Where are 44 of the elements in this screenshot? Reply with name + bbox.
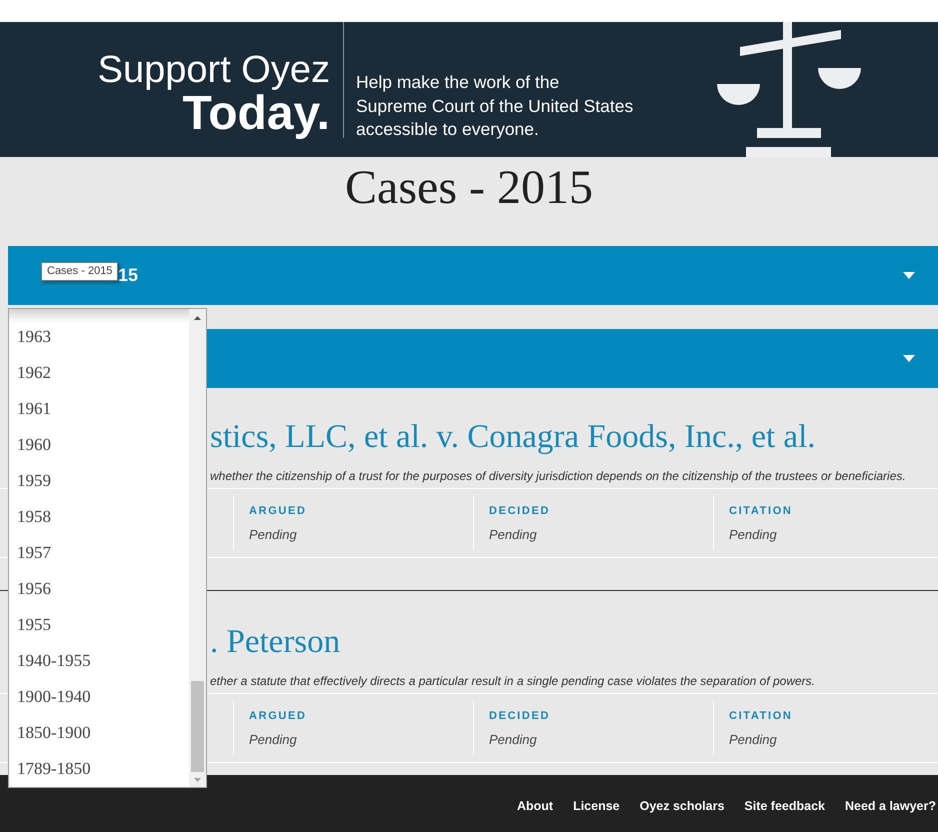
banner-headline: Support Oyez — [98, 50, 330, 90]
scrollbar-thumb[interactable] — [191, 681, 204, 772]
footer-link[interactable]: Oyez scholars — [640, 798, 724, 814]
filter-label: 15 — [118, 264, 138, 287]
field-label: ARGUED — [249, 504, 307, 519]
year-dropdown[interactable]: 1963 1962 1961 1960 1959 1958 1957 1956 1955 1940-1955 1900-1940 1850-1900 1789-1850 — [8, 308, 207, 788]
tooltip: Cases - 2015 — [41, 262, 118, 281]
field-value: Pending — [249, 526, 297, 544]
field-value: Pending — [729, 526, 777, 544]
year-option[interactable]: 1789-1850 — [9, 751, 189, 787]
footer-link[interactable]: Site feedback — [744, 798, 825, 814]
year-option[interactable]: 1900-1940 — [9, 679, 189, 715]
year-option[interactable]: 1960 — [9, 427, 189, 463]
field-value: Pending — [249, 731, 297, 749]
case-description: whether the citizenship of a trust for the purposes of diversity jurisdiction depends on the citizenship of the trustees or beneficiaries. — [210, 468, 906, 484]
year-option[interactable]: 1940-1955 — [9, 643, 189, 679]
field-value: Pending — [729, 731, 777, 749]
year-option[interactable]: 1961 — [9, 391, 189, 427]
field-value: Pending — [489, 526, 537, 544]
field-label: ARGUED — [249, 709, 307, 724]
field-value: Pending — [489, 731, 537, 749]
year-option[interactable]: 1962 — [9, 355, 189, 391]
field-label: DECIDED — [489, 504, 550, 519]
page-title: Cases - 2015 — [345, 162, 593, 214]
case-description: ether a statute that effectively directs a particular result in a single pending case violates the separation of powers. — [210, 673, 816, 689]
footer-link[interactable]: License — [573, 798, 620, 814]
field-label: DECIDED — [489, 709, 550, 724]
field-label: CITATION — [729, 709, 793, 724]
scales-icon — [715, 22, 863, 157]
banner-message: Help make the work of the Supreme Court of the United States accessible to everyone. — [356, 71, 634, 141]
year-option[interactable]: 1958 — [9, 499, 189, 535]
year-option[interactable]: 1963 — [9, 319, 189, 355]
scroll-down-icon[interactable] — [194, 778, 201, 782]
banner-headline-emphasis: Today. — [182, 90, 330, 138]
year-option[interactable]: 1955 — [9, 607, 189, 643]
field-label: CITATION — [729, 504, 793, 519]
footer-link[interactable]: About — [516, 798, 554, 814]
scroll-up-icon[interactable] — [194, 316, 201, 320]
year-option[interactable]: 1959 — [9, 463, 189, 499]
year-option[interactable]: 1957 — [9, 535, 189, 571]
scrollbar[interactable] — [189, 309, 206, 787]
year-option[interactable]: 1850-1900 — [9, 715, 189, 751]
year-option[interactable]: 1956 — [9, 571, 189, 607]
footer-link[interactable]: Need a lawyer? — [844, 798, 936, 814]
